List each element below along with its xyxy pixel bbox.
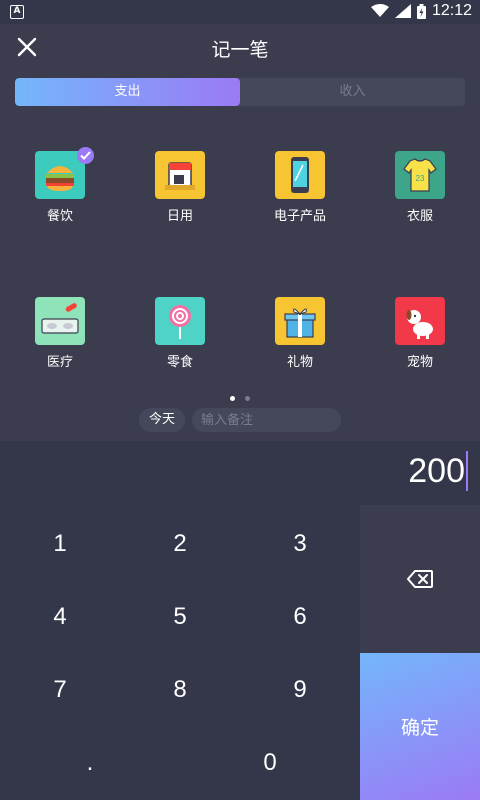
- tab-expense[interactable]: 支出: [15, 78, 240, 106]
- gift-icon: [275, 297, 325, 345]
- key-3[interactable]: 3: [240, 507, 360, 581]
- page-indicator: [0, 396, 480, 401]
- backspace-button[interactable]: [360, 505, 480, 653]
- amount-value: 200: [408, 451, 465, 490]
- status-bar: A 12:12: [0, 0, 480, 24]
- key-1[interactable]: 1: [0, 507, 120, 581]
- category-label: 餐饮: [46, 209, 73, 224]
- wifi-icon: [370, 4, 389, 17]
- shirt-icon: 23: [395, 151, 445, 199]
- note-input[interactable]: [192, 408, 341, 432]
- page-dot: [245, 396, 250, 401]
- text-cursor: [466, 451, 468, 491]
- clock: 12:12: [431, 2, 472, 19]
- signal-icon: [394, 4, 411, 18]
- lollipop-icon: [155, 297, 205, 345]
- backspace-icon: [407, 570, 433, 588]
- category-label: 日用: [166, 209, 193, 224]
- category-item-food[interactable]: 餐饮: [0, 147, 120, 241]
- header: 记一笔: [0, 24, 480, 70]
- category-item-snacks[interactable]: 零食: [120, 297, 240, 387]
- key-2[interactable]: 2: [120, 507, 240, 581]
- category-label: 礼物: [286, 355, 313, 370]
- status-icons: 12:12: [370, 2, 472, 20]
- amount-display: 200: [0, 441, 480, 505]
- date-chip[interactable]: 今天: [139, 408, 185, 432]
- page-title: 记一笔: [211, 39, 269, 61]
- category-item-pet[interactable]: 宠物: [360, 297, 480, 387]
- svg-text:23: 23: [416, 174, 425, 183]
- daily-use-icon: [155, 151, 205, 199]
- tab-income[interactable]: 收入: [240, 78, 465, 106]
- category-item-daily[interactable]: 日用: [120, 151, 240, 241]
- key-5[interactable]: 5: [120, 580, 240, 654]
- category-label: 电子产品: [273, 209, 326, 224]
- pills-icon: [35, 297, 85, 345]
- category-item-electronics[interactable]: 电子产品: [240, 151, 360, 241]
- category-label: 衣服: [406, 209, 433, 224]
- app-notification-icon: A: [10, 5, 24, 19]
- category-label: 医疗: [46, 355, 73, 370]
- key-7[interactable]: 7: [0, 653, 120, 727]
- type-tabs: 支出 收入: [15, 78, 465, 106]
- battery-icon: [416, 3, 426, 19]
- phone-icon: [275, 151, 325, 199]
- number-keypad: 1 2 3 4 5 6 7 8 9 . 0: [0, 505, 360, 800]
- key-decimal[interactable]: .: [30, 726, 150, 800]
- key-4[interactable]: 4: [0, 580, 120, 654]
- key-0[interactable]: 0: [210, 726, 330, 800]
- confirm-button[interactable]: 确定: [360, 653, 480, 800]
- category-label: 宠物: [406, 355, 433, 370]
- key-9[interactable]: 9: [240, 653, 360, 727]
- selected-check-icon: [77, 147, 94, 164]
- category-item-gift[interactable]: 礼物: [240, 297, 360, 387]
- key-6[interactable]: 6: [240, 580, 360, 654]
- dog-icon: [395, 297, 445, 345]
- key-8[interactable]: 8: [120, 653, 240, 727]
- category-item-clothes[interactable]: 23 衣服: [360, 151, 480, 241]
- page-dot: [230, 396, 235, 401]
- category-label: 零食: [166, 355, 193, 370]
- category-item-medical[interactable]: 医疗: [0, 297, 120, 387]
